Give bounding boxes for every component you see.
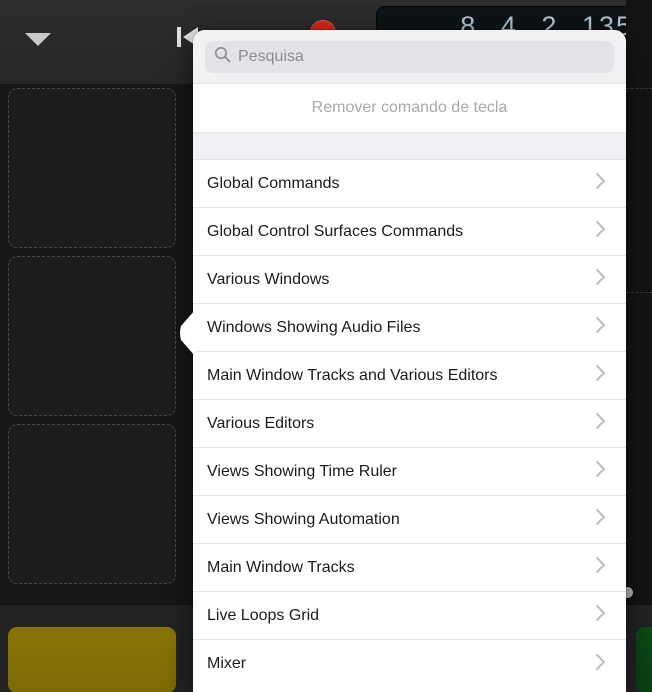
remove-key-command-button[interactable]: Remover comando de tecla: [193, 84, 626, 133]
chevron-right-icon: [595, 220, 606, 243]
triangle-down-icon[interactable]: [25, 33, 51, 46]
menu-item-various-editors[interactable]: Various Editors: [193, 400, 626, 448]
menu-item-various-windows[interactable]: Various Windows: [193, 256, 626, 304]
chevron-right-icon: [595, 172, 606, 195]
command-group-list: Global Commands Global Control Surfaces …: [193, 160, 626, 688]
menu-item-views-showing-time-ruler[interactable]: Views Showing Time Ruler: [193, 448, 626, 496]
search-box[interactable]: [205, 41, 614, 73]
live-loops-track-column: [0, 84, 183, 604]
search-input[interactable]: [238, 48, 605, 66]
search-zone: [193, 30, 626, 84]
popover-tail: [179, 310, 195, 356]
menu-item-label: Global Commands: [207, 175, 595, 193]
grid-divider: [626, 292, 652, 293]
menu-item-label: Main Window Tracks and Various Editors: [207, 367, 595, 385]
menu-item-windows-showing-audio-files[interactable]: Windows Showing Audio Files: [193, 304, 626, 352]
menu-item-label: Various Windows: [207, 271, 595, 289]
menu-item-label: Various Editors: [207, 415, 595, 433]
loop-cell-empty[interactable]: [8, 88, 176, 248]
grid-divider: [626, 88, 652, 89]
menu-item-mixer[interactable]: Mixer: [193, 640, 626, 688]
section-separator: [193, 133, 626, 160]
loop-cell-empty[interactable]: [8, 256, 176, 416]
menu-item-global-commands[interactable]: Global Commands: [193, 160, 626, 208]
app-root: 8 4 2 135: [0, 0, 652, 692]
menu-item-views-showing-automation[interactable]: Views Showing Automation: [193, 496, 626, 544]
chevron-right-icon: [595, 268, 606, 291]
menu-item-live-loops-grid[interactable]: Live Loops Grid: [193, 592, 626, 640]
chevron-right-icon: [595, 316, 606, 339]
chevron-right-icon: [595, 604, 606, 627]
chevron-right-icon: [595, 460, 606, 483]
menu-item-main-window-tracks-and-various-editors[interactable]: Main Window Tracks and Various Editors: [193, 352, 626, 400]
menu-item-global-control-surfaces-commands[interactable]: Global Control Surfaces Commands: [193, 208, 626, 256]
menu-item-main-window-tracks[interactable]: Main Window Tracks: [193, 544, 626, 592]
menu-item-label: Windows Showing Audio Files: [207, 319, 595, 337]
menu-item-label: Mixer: [207, 655, 595, 673]
menu-item-label: Global Control Surfaces Commands: [207, 223, 595, 241]
menu-item-label: Live Loops Grid: [207, 607, 595, 625]
menu-item-label: Views Showing Time Ruler: [207, 463, 595, 481]
menu-item-label: Main Window Tracks: [207, 559, 595, 577]
loop-cell-green[interactable]: [636, 627, 652, 692]
loop-cell-empty[interactable]: [8, 424, 176, 584]
menu-item-label: Views Showing Automation: [207, 511, 595, 529]
key-commands-popover: Remover comando de tecla Global Commands…: [193, 30, 626, 692]
chevron-right-icon: [595, 364, 606, 387]
right-grid-strip: [626, 0, 652, 604]
chevron-right-icon: [595, 556, 606, 579]
chevron-right-icon: [595, 412, 606, 435]
loop-cell-yellow[interactable]: [8, 627, 176, 692]
chevron-right-icon: [595, 508, 606, 531]
search-icon: [214, 46, 231, 68]
chevron-right-icon: [595, 653, 606, 676]
